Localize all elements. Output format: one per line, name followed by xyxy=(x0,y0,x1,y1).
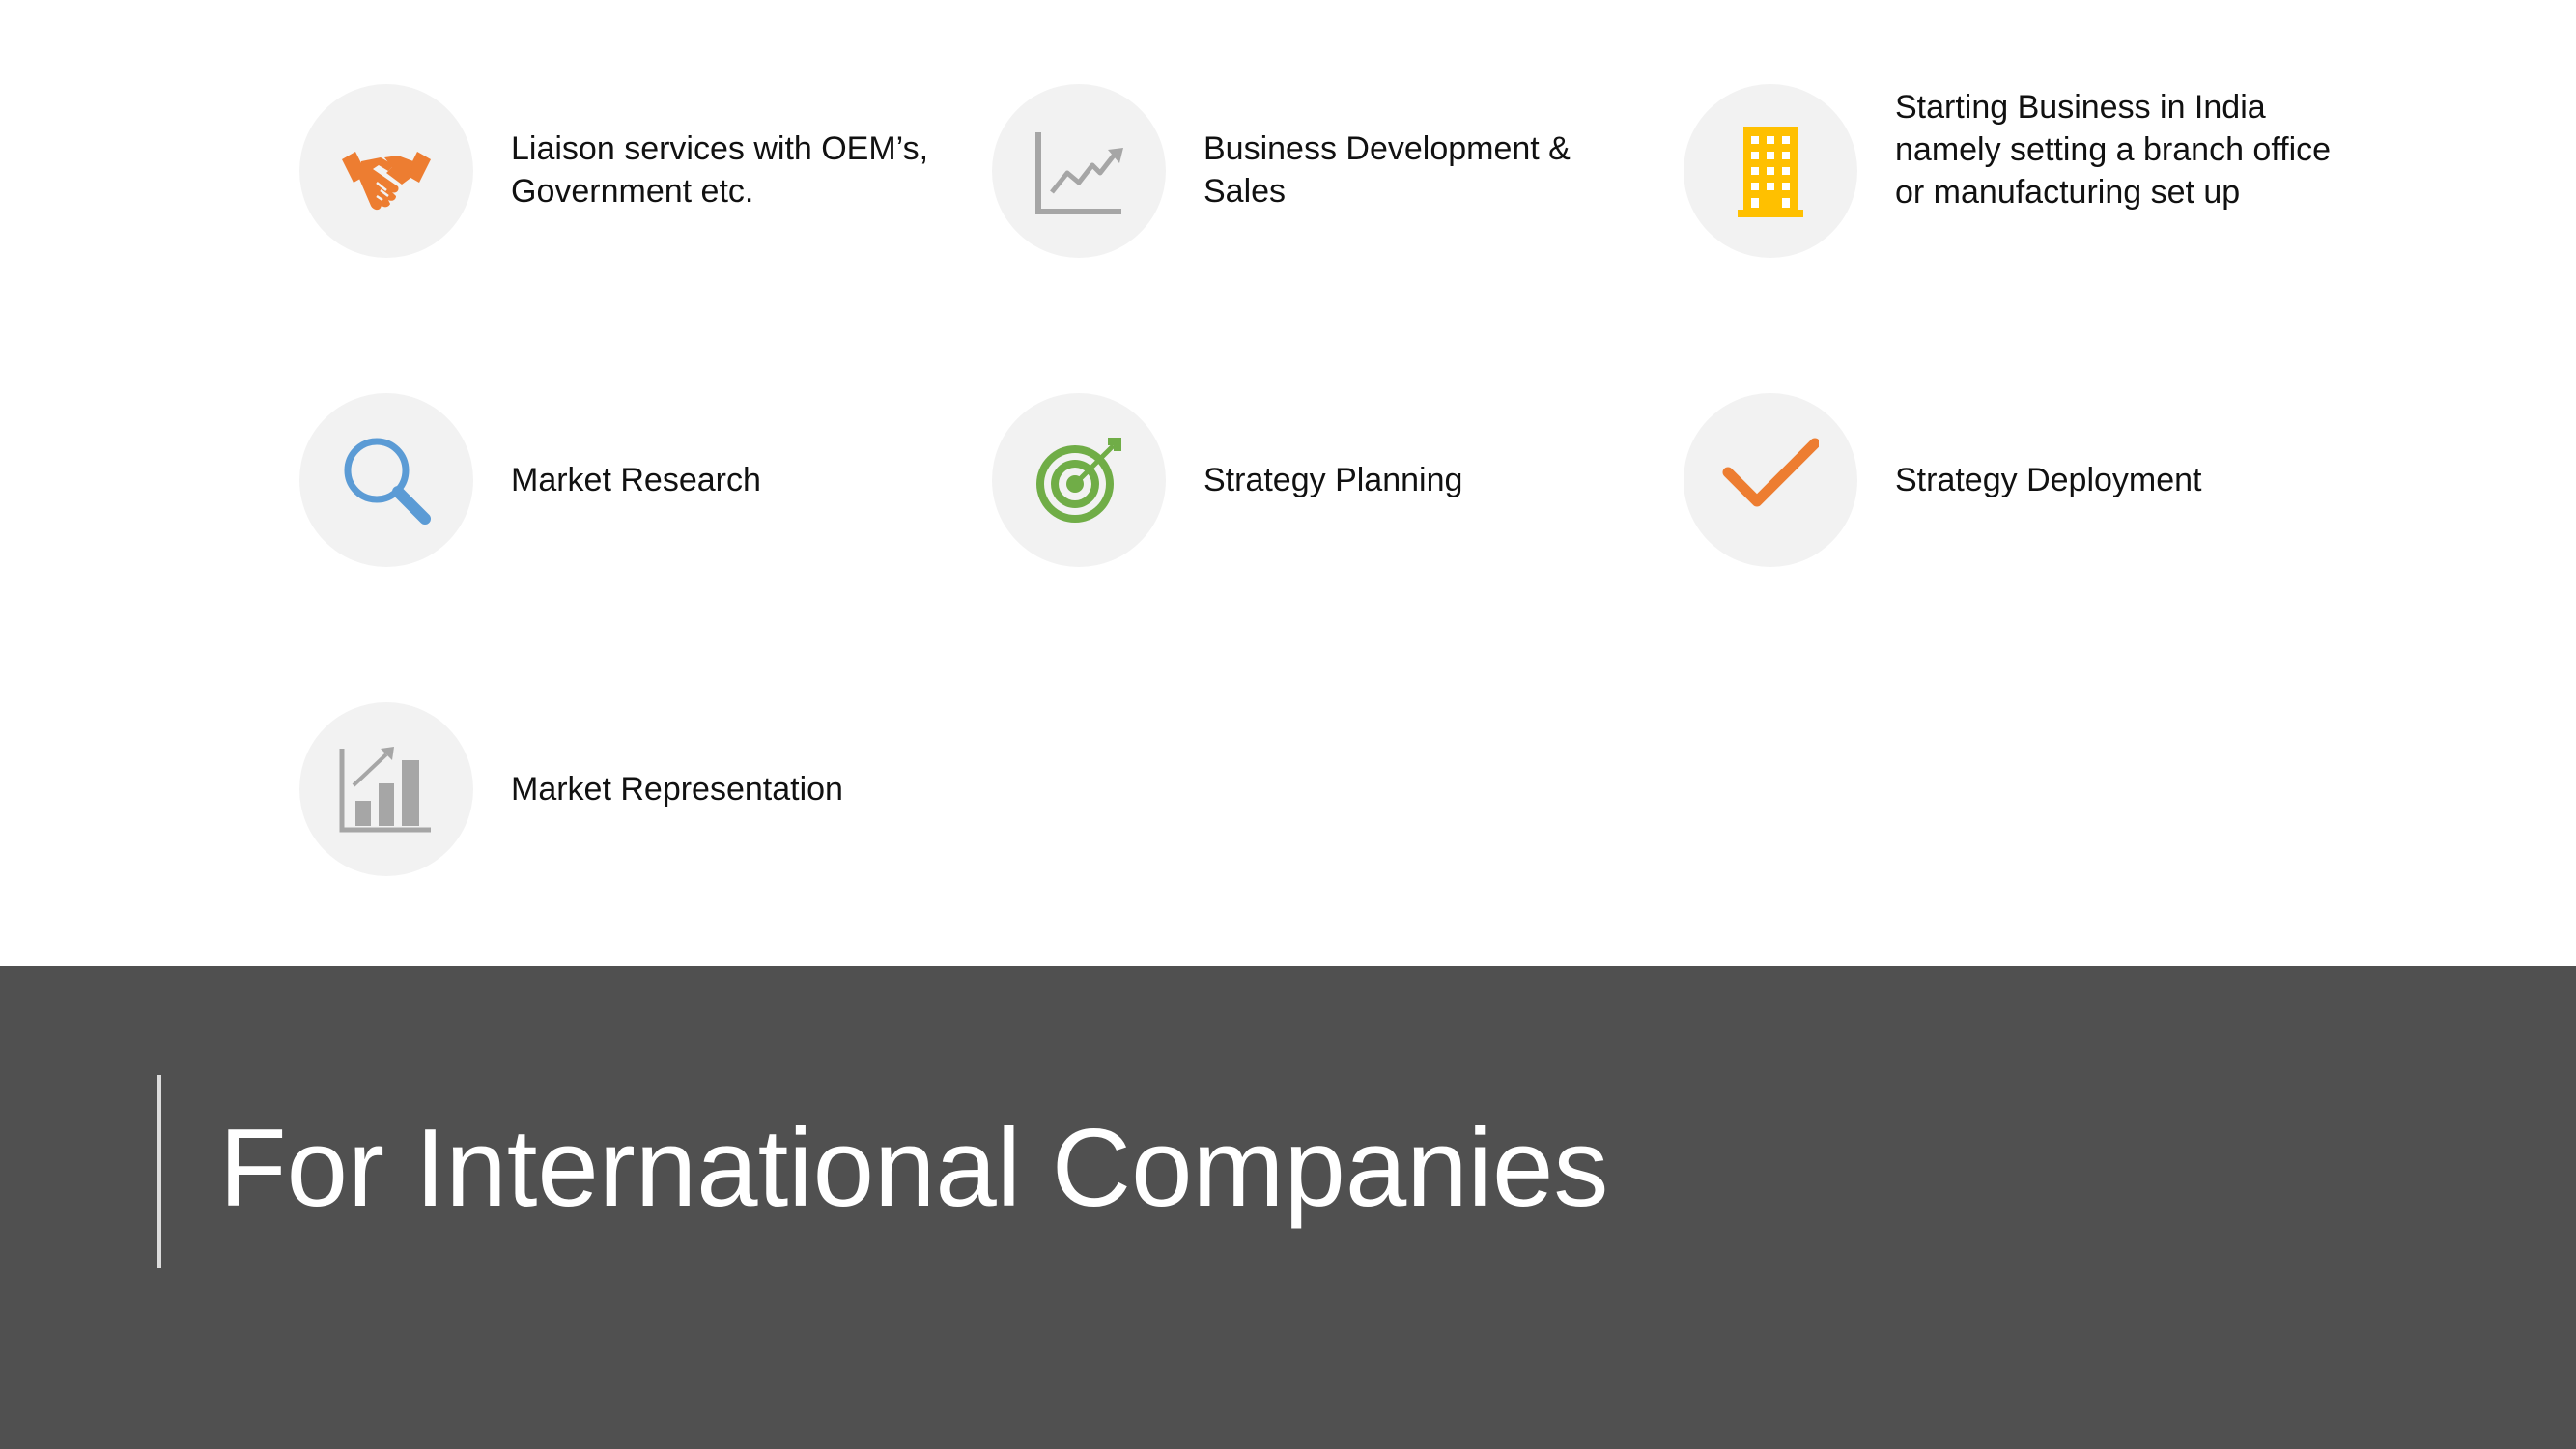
icon-circle xyxy=(992,393,1166,567)
icon-circle xyxy=(299,702,473,876)
checkmark-icon xyxy=(1722,438,1819,507)
service-label: Strategy Planning xyxy=(1203,462,1463,498)
accent-divider xyxy=(157,1075,161,1268)
section-title: For International Companies xyxy=(219,1107,1609,1230)
service-label: Market Research xyxy=(511,462,761,498)
magnifier-icon xyxy=(344,438,431,525)
service-label: Business Development & Sales xyxy=(1203,130,1571,210)
service-label: Strategy Deployment xyxy=(1895,462,2202,498)
icon-circle xyxy=(299,393,473,567)
service-label: Market Representation xyxy=(511,771,843,808)
line-chart-icon xyxy=(1035,132,1123,214)
bar-chart-icon xyxy=(339,747,431,833)
icon-circle xyxy=(1684,84,1857,258)
slide: Liaison services with OEM’s, Government … xyxy=(0,0,2576,1449)
target-icon xyxy=(1036,438,1121,523)
icon-circle xyxy=(299,84,473,258)
icon-circle xyxy=(1684,393,1857,567)
icon-circle xyxy=(992,84,1166,258)
handshake-icon xyxy=(342,152,431,211)
section-header-band: For International Companies xyxy=(0,966,2576,1449)
building-icon xyxy=(1738,127,1803,217)
service-label: Starting Business in India namely settin… xyxy=(1895,89,2332,211)
service-label: Liaison services with OEM’s, Government … xyxy=(511,130,929,210)
